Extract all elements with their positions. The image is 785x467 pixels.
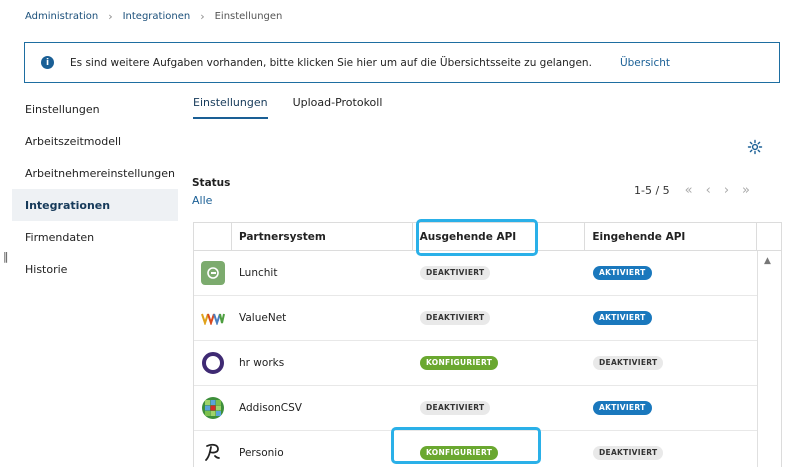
status-badge: DEAKTIVIERT [420,266,491,280]
sidebar-collapse-handle[interactable]: ‖ [3,250,9,263]
status-badge: KONFIGURIERT [420,356,499,370]
addison-logo [194,386,232,430]
banner-text: Es sind weitere Aufgaben vorhanden, bitt… [70,56,592,69]
previous-page-icon[interactable]: ‹ [706,183,711,198]
sidebar-item-historie[interactable]: Historie [12,253,178,285]
table-row[interactable]: hr works KONFIGURIERT DEAKTIVIERT [194,341,781,386]
sidebar-item-arbeitszeitmodell[interactable]: Arbeitszeitmodell [12,125,178,157]
tab-upload-protokoll[interactable]: Upload-Protokoll [293,96,383,119]
outgoing-api-status: DEAKTIVIERT [413,386,586,430]
status-badge: DEAKTIVIERT [593,356,664,370]
sidebar: Einstellungen Arbeitszeitmodell Arbeitne… [12,93,178,285]
partner-name: Lunchit [239,267,278,279]
last-page-icon[interactable]: » [742,183,750,198]
incoming-api-status: AKTIVIERT [586,386,758,430]
header-spacer [757,223,781,250]
status-badge: DEAKTIVIERT [420,311,491,325]
gear-icon[interactable] [747,139,763,155]
first-page-icon[interactable]: « [685,183,693,198]
partner-name: hr works [239,357,285,369]
pagination: 1-5 / 5 « ‹ › » [634,183,750,198]
outgoing-api-status: DEAKTIVIERT [413,296,586,340]
header-logo [194,223,232,250]
scroll-up-icon[interactable]: ▲ [764,256,771,266]
status-badge: AKTIVIERT [593,311,652,325]
breadcrumb-integrationen[interactable]: Integrationen [123,11,191,22]
tab-bar: Einstellungen Upload-Protokoll [193,96,382,119]
chevron-right-icon: › [108,10,113,23]
partner-name: ValueNet [239,312,287,324]
table-row[interactable]: AddisonCSV DEAKTIVIERT AKTIVIERT [194,386,781,431]
status-badge: AKTIVIERT [593,266,652,280]
breadcrumb-administration[interactable]: Administration [25,11,98,22]
valuenet-logo [194,296,232,340]
header-partnersystem[interactable]: Partnersystem [232,223,413,250]
status-badge: DEAKTIVIERT [593,446,664,460]
table-row[interactable]: ValueNet DEAKTIVIERT AKTIVIERT [194,296,781,341]
incoming-api-status: AKTIVIERT [586,251,758,295]
personio-logo [194,431,232,467]
sidebar-item-einstellungen[interactable]: Einstellungen [12,93,178,125]
status-badge: AKTIVIERT [593,401,652,415]
partner-name: Personio [239,447,284,459]
hrworks-logo [194,341,232,385]
info-banner: i Es sind weitere Aufgaben vorhanden, bi… [24,42,780,83]
sidebar-item-firmendaten[interactable]: Firmendaten [12,221,178,253]
incoming-api-status: DEAKTIVIERT [586,431,758,467]
incoming-api-status: AKTIVIERT [586,296,758,340]
breadcrumb: Administration › Integrationen › Einstel… [25,10,282,23]
table-row[interactable]: Lunchit DEAKTIVIERT AKTIVIERT [194,251,781,296]
lunchit-logo [194,251,232,295]
partner-name: AddisonCSV [239,402,302,414]
pagination-range: 1-5 / 5 [634,184,670,197]
highlight-personio-konfiguriert [391,427,541,464]
status-filter-label: Status [192,177,231,189]
incoming-api-status: DEAKTIVIERT [586,341,758,385]
table-scrollbar[interactable]: ▲ [757,251,781,467]
info-icon: i [41,56,54,69]
overview-link[interactable]: Übersicht [620,57,670,69]
breadcrumb-einstellungen: Einstellungen [214,11,283,22]
outgoing-api-status: DEAKTIVIERT [413,251,586,295]
chevron-right-icon: › [200,10,205,23]
status-filter-value[interactable]: Alle [192,194,212,207]
sidebar-item-integrationen[interactable]: Integrationen [12,189,178,221]
header-eingehende-api[interactable]: Eingehende API [585,223,758,250]
outgoing-api-status: KONFIGURIERT [413,341,586,385]
next-page-icon[interactable]: › [724,183,729,198]
highlight-ausgehende-api-header [416,219,538,256]
status-badge: DEAKTIVIERT [420,401,491,415]
sidebar-item-arbeitnehmereinstellungen[interactable]: Arbeitnehmereinstellungen [12,157,178,189]
tab-einstellungen[interactable]: Einstellungen [193,96,268,119]
